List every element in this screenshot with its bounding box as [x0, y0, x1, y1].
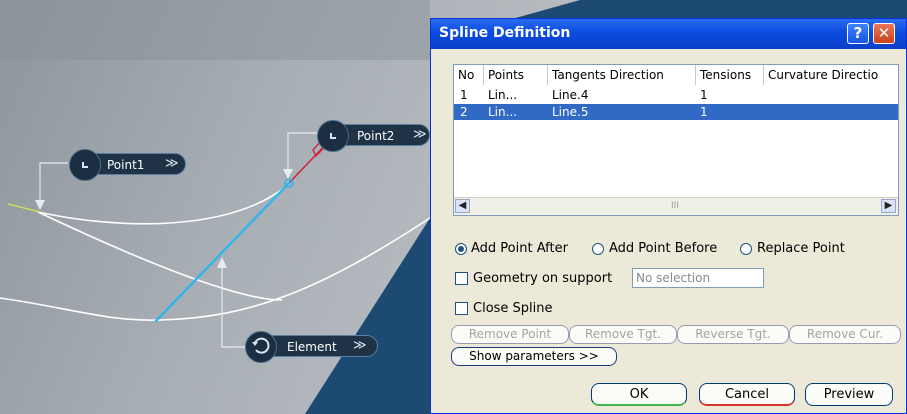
point2-tag[interactable]: Point2 ≫ [317, 120, 430, 152]
replace-point-label[interactable]: Replace Point [757, 241, 845, 256]
element-label: Element [287, 340, 337, 354]
expand-chevron-icon[interactable]: ≫ [353, 335, 367, 357]
table-row[interactable]: 2 Lin... Line.5 1 [454, 104, 898, 120]
preview-button[interactable]: Preview [805, 383, 893, 406]
element-tag[interactable]: Element ≫ [245, 331, 378, 363]
cell-tangent: Line.4 [552, 88, 589, 102]
support-selection-field[interactable]: No selection [632, 268, 764, 288]
cell-no: 2 [460, 105, 468, 119]
column-header-points[interactable]: Points [484, 65, 548, 85]
replace-point-radio[interactable] [740, 243, 752, 255]
cancel-button[interactable]: Cancel [699, 383, 795, 406]
cell-points: Lin... [488, 105, 518, 119]
add-point-before-label[interactable]: Add Point Before [609, 241, 717, 256]
element-icon [245, 331, 277, 363]
dialog-title: Spline Definition [439, 25, 571, 41]
cell-points: Lin... [488, 88, 518, 102]
remove-tgt-button[interactable]: Remove Tgt. [569, 325, 677, 344]
scroll-left-icon[interactable]: ◀ [455, 199, 470, 213]
expand-chevron-icon[interactable]: ≫ [165, 153, 179, 175]
scroll-right-icon[interactable]: ▶ [881, 199, 896, 213]
geometry-on-support-checkbox[interactable] [455, 272, 468, 285]
geometry-on-support-label[interactable]: Geometry on support [473, 271, 612, 286]
cell-no: 1 [460, 88, 468, 102]
point1-label: Point1 [107, 158, 145, 172]
table-row[interactable]: 1 Lin... Line.4 1 [454, 87, 898, 103]
ok-button[interactable]: OK [591, 383, 687, 406]
close-spline-label[interactable]: Close Spline [473, 301, 553, 316]
column-header-curvature[interactable]: Curvature Directio [764, 65, 898, 85]
show-parameters-button[interactable]: Show parameters >> [451, 347, 617, 366]
column-header-no[interactable]: No [454, 65, 484, 85]
surface-shape [0, 0, 430, 60]
reverse-tgt-button[interactable]: Reverse Tgt. [677, 325, 789, 344]
cell-tangent: Line.5 [552, 105, 589, 119]
horizontal-scrollbar[interactable]: ◀ III ▶ [454, 197, 898, 215]
point-icon [317, 120, 349, 152]
add-point-before-radio[interactable] [592, 243, 604, 255]
add-point-after-radio[interactable] [455, 243, 467, 255]
remove-point-button[interactable]: Remove Point [451, 325, 569, 344]
close-icon[interactable]: ✕ [873, 23, 895, 44]
dialog-titlebar[interactable]: Spline Definition ? ✕ [431, 19, 906, 49]
add-point-after-label[interactable]: Add Point After [471, 241, 568, 256]
cell-tension: 1 [700, 88, 708, 102]
help-icon[interactable]: ? [847, 23, 869, 44]
column-header-tensions[interactable]: Tensions [696, 65, 764, 85]
table-header: No Points Tangents Direction Tensions Cu… [454, 65, 898, 85]
column-header-tangents[interactable]: Tangents Direction [548, 65, 696, 85]
cell-tension: 1 [700, 105, 708, 119]
close-spline-checkbox[interactable] [455, 302, 468, 315]
points-table[interactable]: No Points Tangents Direction Tensions Cu… [453, 64, 899, 216]
remove-cur-button[interactable]: Remove Cur. [789, 325, 901, 344]
point1-tag[interactable]: Point1 ≫ [69, 149, 186, 181]
spline-definition-dialog: Spline Definition ? ✕ No Points Tangents… [430, 18, 907, 414]
point-icon [69, 149, 101, 181]
expand-chevron-icon[interactable]: ≫ [413, 124, 427, 146]
scroll-thumb[interactable]: III [472, 199, 878, 213]
point2-label: Point2 [357, 129, 395, 143]
